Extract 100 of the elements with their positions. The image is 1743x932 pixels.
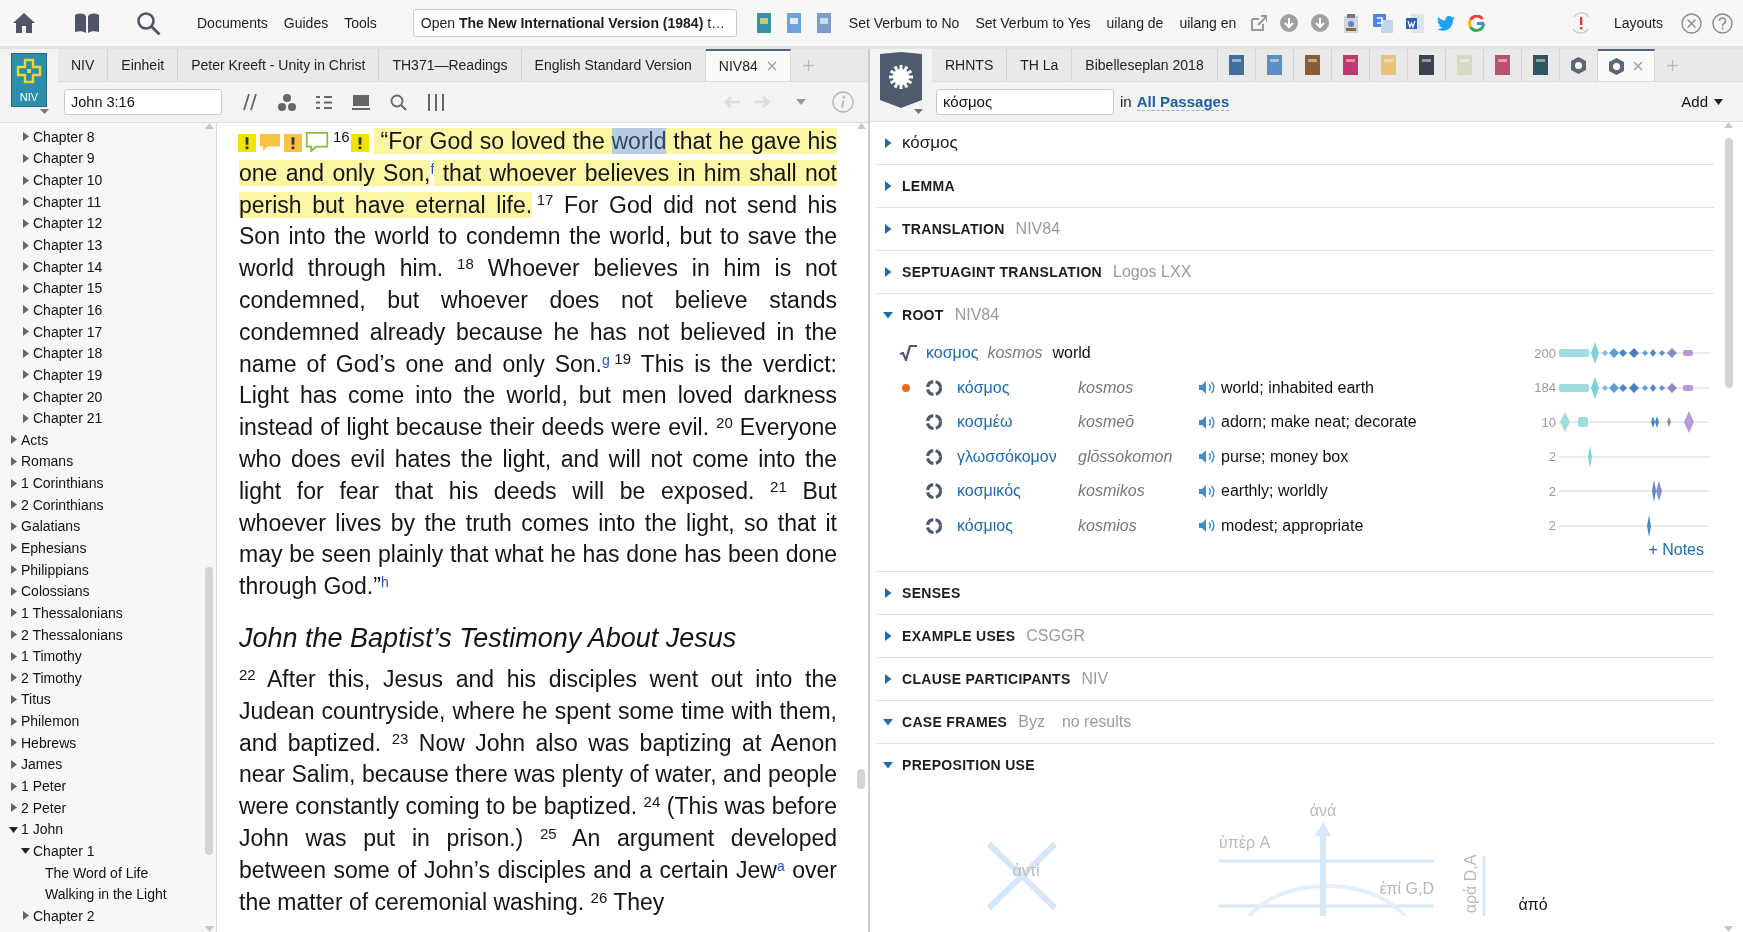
tree-item[interactable]: Galatians (21, 518, 81, 535)
search-icon[interactable] (390, 93, 407, 111)
columns-icon[interactable] (427, 93, 445, 111)
expand-toggle-icon[interactable] (9, 478, 18, 488)
tree-item[interactable]: Chapter 20 (33, 388, 103, 405)
footnote-link[interactable]: h (380, 574, 389, 591)
expand-toggle-icon[interactable] (21, 197, 30, 207)
disclosure-triangle-icon[interactable] (883, 138, 893, 148)
book-icon[interactable] (74, 12, 100, 34)
disclosure-triangle-icon[interactable] (883, 588, 893, 598)
parallel-icon[interactable] (242, 93, 258, 111)
expand-toggle-icon[interactable] (21, 305, 30, 315)
tree-item[interactable]: Chapter 18 (33, 345, 103, 362)
speaker-icon[interactable] (1199, 483, 1218, 499)
speaker-icon[interactable] (1199, 449, 1218, 465)
tree-item[interactable]: 1 Peter (21, 778, 67, 795)
expand-toggle-icon[interactable] (21, 846, 30, 856)
tree-item[interactable]: Chapter 21 (33, 410, 103, 427)
scrollbar-thumb[interactable] (205, 567, 213, 855)
tab[interactable]: Einheit (108, 49, 179, 81)
section-title[interactable]: CASE FRAMES (902, 714, 1008, 730)
tree-item[interactable]: 2 Corinthians (21, 496, 104, 513)
tree-item[interactable]: Philemon (21, 713, 80, 730)
tree-item[interactable]: Chapter 15 (33, 280, 103, 297)
expand-toggle-icon[interactable] (9, 738, 18, 748)
expand-toggle-icon[interactable] (21, 153, 30, 163)
expand-toggle-icon[interactable] (21, 348, 30, 358)
download-icon[interactable] (1280, 14, 1299, 32)
expand-toggle-icon[interactable] (9, 543, 18, 553)
tab[interactable]: TH La (1007, 49, 1073, 81)
section-title[interactable]: SENSES (902, 585, 961, 601)
tab[interactable] (1597, 49, 1655, 81)
tab[interactable]: NIV (58, 49, 109, 81)
disclosure-triangle-icon[interactable] (883, 181, 893, 191)
tree-item[interactable]: James (21, 756, 63, 773)
download-icon[interactable] (1311, 14, 1330, 32)
expand-toggle-icon[interactable] (9, 803, 18, 813)
section-title[interactable]: LEMMA (902, 178, 955, 194)
expand-toggle-icon[interactable] (9, 521, 18, 531)
expand-toggle-icon[interactable] (21, 413, 30, 423)
expand-toggle-icon[interactable] (9, 716, 18, 726)
section-title[interactable]: ROOT (902, 307, 944, 323)
tab[interactable]: TH371—Readings (379, 49, 522, 81)
tree-item[interactable]: Chapter 19 (33, 366, 103, 383)
panel-icon[interactable] (352, 94, 370, 110)
speaker-icon[interactable] (1199, 414, 1218, 430)
notes-link[interactable]: + Notes (1648, 541, 1704, 558)
expand-toggle-icon[interactable] (9, 456, 18, 466)
tree-item[interactable]: Walking in the Light (45, 886, 167, 903)
command-link[interactable]: Set Verbum to No (840, 11, 968, 35)
tab[interactable]: Bibelleseplan 2018 (1072, 49, 1218, 81)
expand-toggle-icon[interactable] (21, 283, 30, 293)
speaker-icon[interactable] (1199, 518, 1218, 534)
tab[interactable]: Peter Kreeft - Unity in Christ (178, 49, 380, 81)
tree-item[interactable]: Titus (21, 691, 51, 708)
menu-item[interactable]: Documents (189, 11, 276, 35)
external-link-icon[interactable] (1250, 14, 1268, 32)
tree-item[interactable]: Chapter 16 (33, 301, 103, 318)
tree-item[interactable]: Chapter 2 (33, 907, 95, 924)
expand-toggle-icon[interactable] (21, 175, 30, 185)
lemma-link[interactable]: κοσμέω (957, 413, 1078, 432)
expand-toggle-icon[interactable] (9, 651, 18, 661)
scrollbar-thumb[interactable] (1724, 138, 1733, 388)
command-link[interactable]: Set Verbum to Yes (967, 11, 1099, 35)
disclosure-triangle-icon[interactable] (883, 717, 893, 727)
command-link[interactable]: uilang de (1098, 11, 1172, 35)
section-title[interactable]: κόσμος (902, 133, 958, 153)
scrollbar-thumb[interactable] (857, 769, 865, 789)
expand-toggle-icon[interactable] (9, 694, 18, 704)
expand-toggle-icon[interactable] (9, 608, 18, 618)
disclosure-triangle-icon[interactable] (883, 631, 893, 641)
reference-field[interactable]: John 3:16 (64, 89, 222, 115)
book-cover-icon[interactable] (756, 13, 771, 33)
lemma-link[interactable]: γλωσσόκομον (957, 447, 1078, 466)
translate-icon[interactable] (1373, 13, 1394, 33)
tree-item[interactable]: Chapter 1 (33, 842, 95, 859)
tree-item[interactable]: Ephesians (21, 540, 87, 556)
tree-item[interactable]: 1 Corinthians (21, 475, 104, 492)
lemma-link[interactable]: κόσμιος (957, 516, 1078, 535)
book-cover-icon[interactable] (816, 13, 831, 33)
tree-item[interactable]: Chapter 8 (33, 128, 95, 145)
expand-toggle-icon[interactable] (9, 824, 18, 834)
disclosure-triangle-icon[interactable] (883, 674, 893, 684)
lemma-link[interactable]: κόσμος (957, 378, 1078, 397)
tree-item[interactable]: The Word of Life (45, 864, 149, 881)
tree-item[interactable]: Romans (21, 453, 74, 470)
version-logo[interactable]: NIV (11, 53, 47, 107)
tree-item[interactable]: 1 Thessalonians (21, 604, 123, 621)
expand-toggle-icon[interactable] (21, 327, 30, 337)
close-icon[interactable] (766, 61, 777, 71)
tree-item[interactable]: 2 Peter (21, 799, 67, 816)
layouts-button[interactable]: Layouts (1605, 11, 1671, 35)
tree-item[interactable]: 2 Thessalonians (21, 626, 123, 643)
tab[interactable]: RHNTS (932, 49, 1008, 81)
tab[interactable]: NIV84 (705, 49, 791, 81)
tree-item[interactable]: Colossians (21, 583, 90, 600)
menu-item[interactable]: Tools (336, 11, 385, 35)
expand-toggle-icon[interactable] (9, 435, 18, 445)
expand-toggle-icon[interactable] (21, 218, 30, 228)
help-icon[interactable] (1712, 12, 1733, 34)
